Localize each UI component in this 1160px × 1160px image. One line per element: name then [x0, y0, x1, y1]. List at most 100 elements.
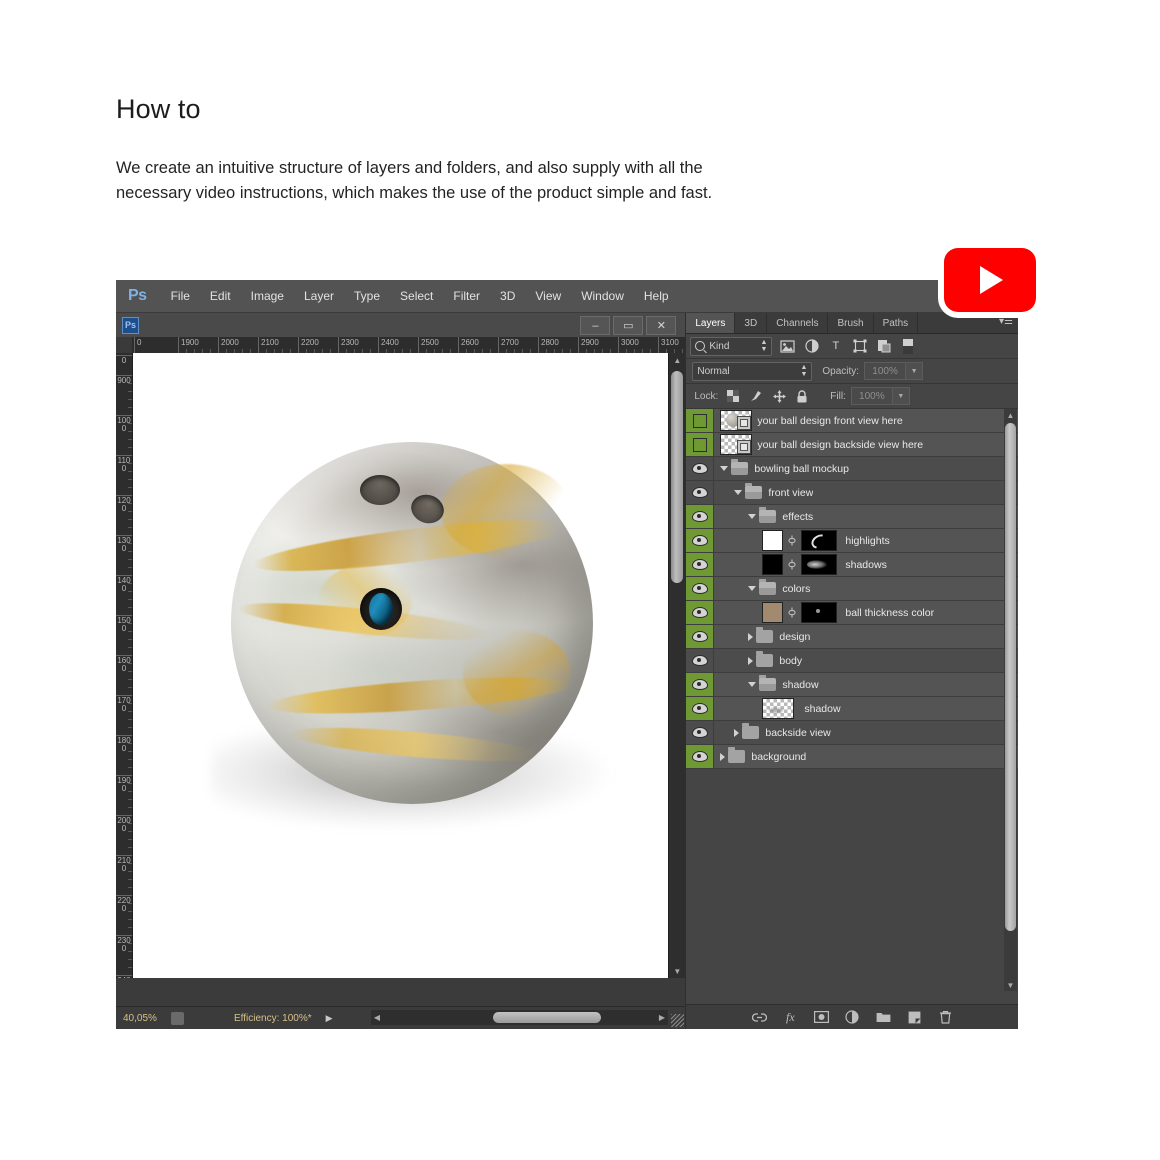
- layer-row[interactable]: backside view: [686, 721, 1019, 745]
- layer-visibility-toggle[interactable]: [686, 673, 715, 696]
- layer-row-content[interactable]: bowling ball mockup: [714, 457, 1018, 480]
- layer-mask-thumbnail[interactable]: [801, 530, 838, 551]
- layer-row-content[interactable]: colors: [714, 577, 1018, 600]
- canvas[interactable]: [133, 353, 670, 978]
- layer-thumbnail[interactable]: [762, 554, 784, 575]
- layer-row[interactable]: your ball design front view here: [686, 409, 1019, 433]
- close-button[interactable]: ✕: [646, 316, 677, 335]
- fill-dropdown-icon[interactable]: ▼: [892, 387, 910, 405]
- layer-style-fx-icon[interactable]: fx: [782, 1009, 798, 1025]
- resize-grip[interactable]: [671, 1014, 684, 1027]
- layer-visibility-toggle[interactable]: [686, 721, 715, 744]
- layer-row-content[interactable]: shadows: [714, 553, 1018, 576]
- layer-row[interactable]: design: [686, 625, 1019, 649]
- add-layer-mask-icon[interactable]: [813, 1009, 829, 1025]
- lock-position-icon[interactable]: [771, 388, 787, 404]
- layer-visibility-toggle[interactable]: [686, 601, 715, 624]
- layer-row-content[interactable]: shadow: [714, 697, 1018, 720]
- tab-brush[interactable]: Brush: [828, 313, 874, 333]
- chevron-right-icon[interactable]: [720, 752, 726, 761]
- eye-icon[interactable]: [691, 583, 708, 594]
- type-layer-filter-icon[interactable]: T: [827, 338, 844, 355]
- link-layers-icon[interactable]: [751, 1009, 767, 1025]
- tab-paths[interactable]: Paths: [874, 313, 919, 333]
- layer-mask-thumbnail[interactable]: [801, 554, 838, 575]
- layer-visibility-toggle[interactable]: [686, 505, 715, 528]
- canvas-horizontal-scrollbar[interactable]: ◀ ▶: [371, 1010, 668, 1025]
- pixel-layer-filter-icon[interactable]: [779, 338, 796, 355]
- layer-visibility-toggle[interactable]: [686, 433, 715, 456]
- adjustment-layer-filter-icon[interactable]: [803, 338, 820, 355]
- smart-object-filter-icon[interactable]: [875, 338, 892, 355]
- eye-icon[interactable]: [691, 631, 708, 642]
- layer-thumbnail[interactable]: [762, 530, 784, 551]
- opacity-value[interactable]: 100%: [864, 362, 907, 380]
- vertical-ruler[interactable]: 0 900 1000 1100 1200 1300 1400 1500 1600 1700 1800…: [116, 353, 133, 978]
- tab-channels[interactable]: Channels: [767, 313, 829, 333]
- layer-row[interactable]: front view: [686, 481, 1019, 505]
- layer-row-content[interactable]: background: [714, 745, 1018, 768]
- layer-visibility-toggle[interactable]: [686, 625, 715, 648]
- layer-row[interactable]: your ball design backside view here: [686, 433, 1019, 457]
- menu-item-edit[interactable]: Edit: [200, 289, 241, 303]
- eye-icon[interactable]: [691, 607, 708, 618]
- chevron-right-icon[interactable]: [748, 632, 754, 641]
- chevron-down-icon[interactable]: [734, 490, 743, 495]
- minimize-button[interactable]: –: [580, 316, 611, 335]
- layer-thumbnail[interactable]: [720, 434, 753, 455]
- mask-link-icon[interactable]: [787, 606, 796, 620]
- lock-image-pixels-icon[interactable]: [748, 388, 764, 404]
- layer-row-content[interactable]: front view: [714, 481, 1018, 504]
- chevron-down-icon[interactable]: [720, 466, 729, 471]
- eye-icon[interactable]: [691, 535, 708, 546]
- filter-kind-select[interactable]: Kind ▲ ▼: [690, 336, 773, 356]
- delete-layer-icon[interactable]: [937, 1009, 953, 1025]
- zoom-level[interactable]: 40,05%: [123, 1013, 171, 1024]
- menu-item-filter[interactable]: Filter: [443, 289, 490, 303]
- tab-layers[interactable]: Layers: [686, 313, 736, 333]
- layer-row[interactable]: highlights: [686, 529, 1019, 553]
- layer-row[interactable]: bowling ball mockup: [686, 457, 1019, 481]
- eye-icon[interactable]: [691, 727, 708, 738]
- layer-row[interactable]: effects: [686, 505, 1019, 529]
- menu-item-view[interactable]: View: [525, 289, 571, 303]
- eye-icon[interactable]: [691, 511, 708, 522]
- menu-item-3d[interactable]: 3D: [490, 289, 525, 303]
- layer-visibility-toggle[interactable]: [686, 745, 715, 768]
- scroll-left-icon[interactable]: ◀: [371, 1011, 383, 1024]
- layer-thumbnail[interactable]: [762, 698, 795, 719]
- eye-icon[interactable]: [691, 679, 708, 690]
- layer-row-content[interactable]: ball thickness color: [714, 601, 1018, 624]
- scroll-up-icon[interactable]: ▲: [1004, 409, 1017, 421]
- new-adjustment-layer-icon[interactable]: [844, 1009, 860, 1025]
- layer-list[interactable]: your ball design front view here your bal…: [686, 409, 1019, 1007]
- layer-row[interactable]: body: [686, 649, 1019, 673]
- menu-item-type[interactable]: Type: [344, 289, 390, 303]
- eye-icon[interactable]: [691, 655, 708, 666]
- panel-menu-icon[interactable]: ▾☰: [999, 317, 1013, 327]
- eye-icon[interactable]: [691, 463, 708, 474]
- chevron-right-icon[interactable]: [734, 728, 740, 737]
- opacity-dropdown-icon[interactable]: ▼: [906, 362, 924, 380]
- layer-visibility-toggle[interactable]: [686, 649, 715, 672]
- canvas-vertical-scrollbar[interactable]: ▲ ▼: [668, 353, 686, 978]
- new-layer-icon[interactable]: [906, 1009, 922, 1025]
- scrollbar-thumb[interactable]: [671, 371, 684, 583]
- layer-visibility-toggle[interactable]: [686, 409, 715, 432]
- layer-visibility-toggle[interactable]: [686, 697, 715, 720]
- layer-mask-thumbnail[interactable]: [801, 602, 838, 623]
- layers-panel-scrollbar[interactable]: ▲ ▼: [1004, 409, 1017, 991]
- scrollbar-thumb[interactable]: [493, 1012, 601, 1023]
- eye-icon[interactable]: [691, 751, 708, 762]
- layer-row-content[interactable]: effects: [714, 505, 1018, 528]
- layer-row[interactable]: background: [686, 745, 1019, 769]
- menu-item-help[interactable]: Help: [634, 289, 679, 303]
- layer-row-content[interactable]: body: [714, 649, 1018, 672]
- chevron-down-icon[interactable]: [748, 682, 757, 687]
- layer-row[interactable]: ball thickness color: [686, 601, 1019, 625]
- lock-all-icon[interactable]: [794, 388, 810, 404]
- eye-icon[interactable]: [691, 703, 708, 714]
- horizontal-ruler[interactable]: 0 1900 2000 2100 2200 2300 2400 2500 2600 2700 280…: [116, 337, 686, 354]
- shape-layer-filter-icon[interactable]: [851, 338, 868, 355]
- layer-visibility-toggle[interactable]: [686, 529, 715, 552]
